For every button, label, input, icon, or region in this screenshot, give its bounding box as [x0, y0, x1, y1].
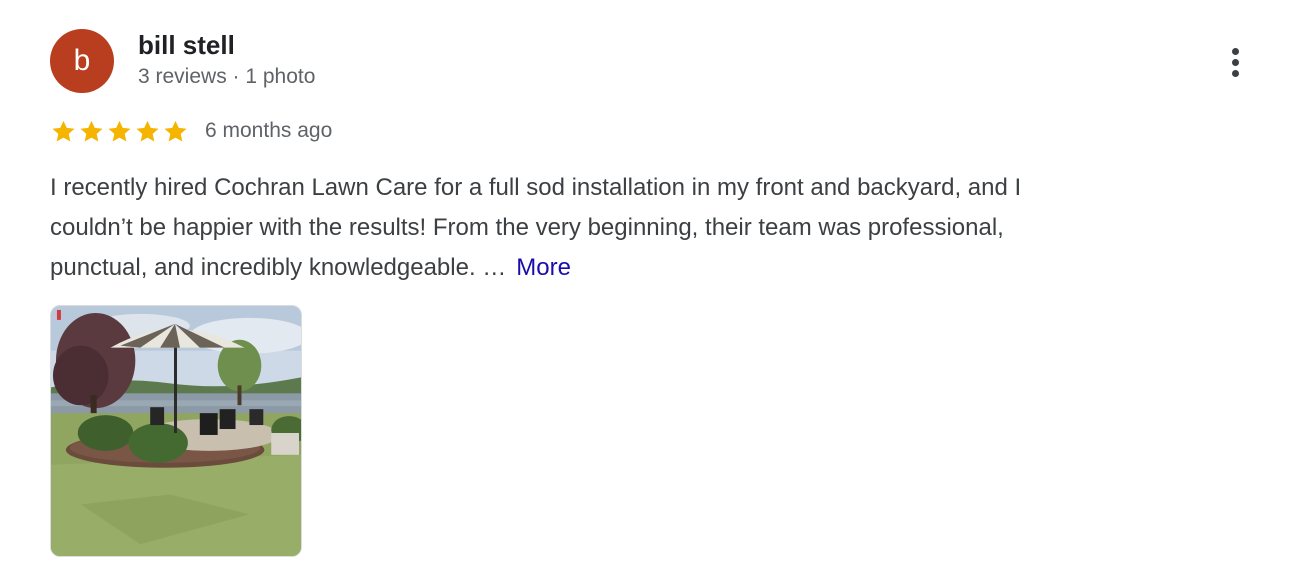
more-options-button[interactable]: [1218, 40, 1252, 84]
reviewer-meta: 3 reviews · 1 photo: [138, 65, 316, 88]
more-link[interactable]: More: [516, 254, 571, 281]
star-icon: [164, 120, 187, 142]
more-vert-icon: [1231, 58, 1239, 66]
review-date: 6 months ago: [205, 119, 333, 142]
star-rating: [50, 118, 189, 145]
avatar[interactable]: b: [50, 29, 114, 93]
star-icon: [52, 120, 75, 142]
avatar-letter: b: [73, 44, 91, 77]
review-photo[interactable]: [50, 305, 302, 557]
review-text-line: punctual, and incredibly knowledgeable. …: [50, 254, 507, 281]
patio-umbrella-lawn-photo: [51, 306, 301, 556]
more-vert-icon: [1231, 69, 1239, 77]
reviewer-name[interactable]: bill stell: [138, 29, 235, 61]
more-vert-icon: [1231, 47, 1239, 55]
rating-row: 6 months ago: [50, 115, 332, 147]
review-text-line: I recently hired Cochran Lawn Care for a…: [50, 174, 1022, 201]
star-icon: [108, 120, 131, 142]
review-text-line-last: punctual, and incredibly knowledgeable. …: [50, 248, 1230, 288]
review-text: I recently hired Cochran Lawn Care for a…: [50, 168, 1230, 288]
star-icon: [136, 120, 159, 142]
review-card: b bill stell 3 reviews · 1 photo 6 month…: [0, 0, 1294, 584]
star-icon: [80, 120, 103, 142]
review-text-line: couldn’t be happier with the results! Fr…: [50, 214, 1004, 241]
